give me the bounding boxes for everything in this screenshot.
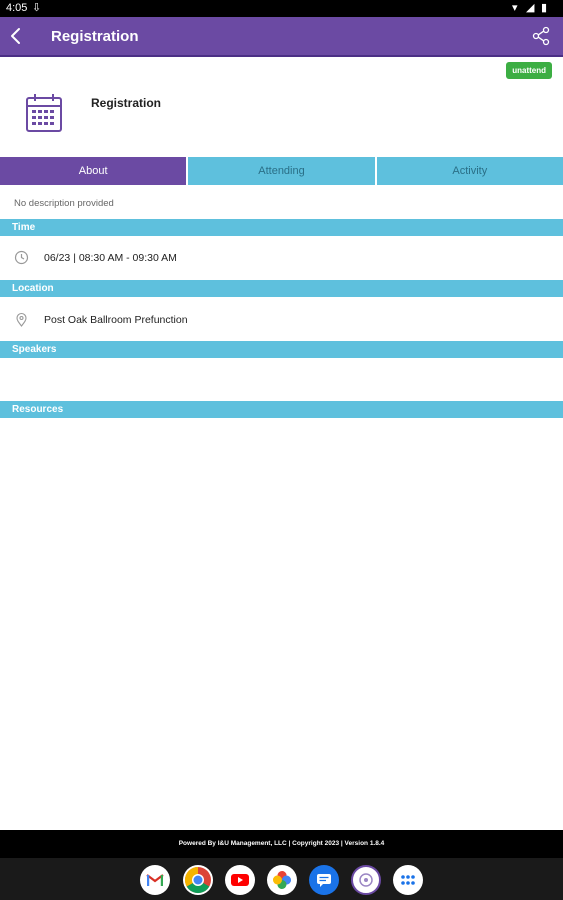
time-value: 06/23 | 08:30 AM - 09:30 AM: [44, 252, 177, 264]
clock-icon: [14, 250, 29, 265]
status-bar: 4:05 ⇩ ▾ ◢ ▮: [0, 0, 563, 17]
page-title: Registration: [51, 28, 139, 45]
tab-attending[interactable]: Attending: [188, 157, 377, 185]
location-section-header: Location: [0, 280, 563, 297]
download-icon: ⇩: [32, 2, 42, 14]
resources-section-header: Resources: [0, 401, 563, 418]
app-dock: [0, 858, 563, 900]
share-icon[interactable]: [531, 26, 551, 46]
signal-icon: ◢: [526, 2, 535, 14]
event-app-icon[interactable]: [351, 865, 381, 895]
event-description: No description provided: [14, 198, 114, 209]
messages-icon[interactable]: [309, 865, 339, 895]
unattend-button[interactable]: unattend: [506, 62, 552, 79]
back-arrow-icon[interactable]: [4, 24, 28, 48]
app-bar: Registration: [0, 17, 563, 57]
location-row: Post Oak Ballroom Prefunction: [0, 310, 563, 330]
photos-icon[interactable]: [267, 865, 297, 895]
calendar-icon: [26, 94, 62, 132]
wifi-icon: ▾: [512, 2, 518, 14]
event-title: Registration: [91, 96, 162, 110]
gmail-icon[interactable]: [140, 865, 170, 895]
battery-icon: ▮: [541, 2, 548, 14]
location-pin-icon: [16, 312, 27, 327]
time-section-header: Time: [0, 219, 563, 236]
chrome-icon[interactable]: [183, 865, 213, 895]
status-time: 4:05: [6, 2, 28, 14]
speakers-section-header: Speakers: [0, 341, 563, 358]
tab-about[interactable]: About: [0, 157, 189, 185]
location-value: Post Oak Ballroom Prefunction: [44, 314, 188, 326]
footer: Powered By I&U Management, LLC | Copyrig…: [0, 830, 563, 858]
app-drawer-icon[interactable]: [393, 865, 423, 895]
tab-activity[interactable]: Activity: [376, 157, 563, 185]
time-row: 06/23 | 08:30 AM - 09:30 AM: [0, 248, 563, 268]
youtube-icon[interactable]: [225, 865, 255, 895]
tab-bar: About Attending Activity: [0, 157, 563, 185]
